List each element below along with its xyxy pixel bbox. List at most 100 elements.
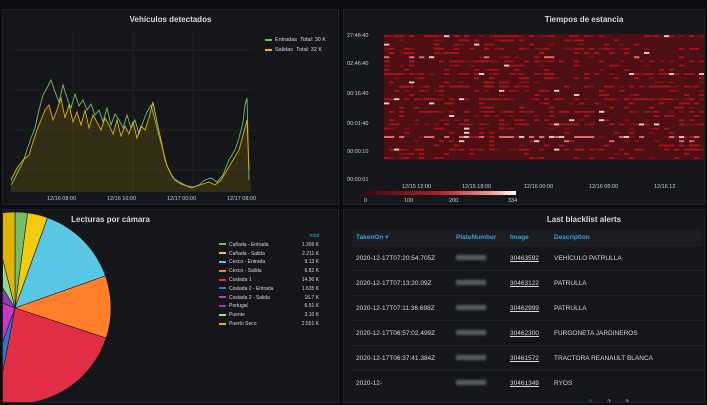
legend-item[interactable]: Cexco - Salida 6.82 K bbox=[219, 267, 319, 276]
heatmap-cell bbox=[664, 115, 670, 117]
col-platenumber[interactable]: PlateNumber bbox=[452, 229, 506, 246]
heatmap-cell bbox=[629, 73, 635, 75]
cell-image[interactable]: 30461572 bbox=[506, 345, 550, 371]
heatmap-cell bbox=[484, 106, 490, 109]
heatmap-cell bbox=[459, 85, 465, 88]
heatmap-cell bbox=[584, 85, 590, 88]
legend-item[interactable]: Coslada 2 - Entrada 1.635 K bbox=[219, 285, 319, 294]
legend-item[interactable]: Puerto Seco 2.551 K bbox=[219, 320, 319, 329]
heatmap-cell bbox=[534, 94, 540, 96]
heatmap-cell bbox=[479, 127, 485, 130]
heatmap-cell bbox=[509, 73, 515, 75]
legend-entradas[interactable]: Entradas Total: 30 K bbox=[265, 37, 326, 43]
heatmap-cell bbox=[509, 89, 515, 92]
cell-image[interactable]: 30462300 bbox=[506, 320, 550, 346]
heatmap-cell bbox=[564, 140, 570, 143]
heatmap-cell bbox=[679, 35, 685, 38]
legend-item[interactable]: Coslada 1 14.90 K bbox=[219, 276, 319, 285]
heatmap-cell bbox=[689, 106, 695, 109]
heatmap-cell bbox=[429, 110, 435, 113]
heatmap-cell bbox=[669, 144, 675, 147]
heatmap-cell bbox=[554, 89, 560, 92]
col-description[interactable]: Description bbox=[550, 229, 702, 246]
heatmap-cell bbox=[694, 102, 700, 105]
heatmap-cell bbox=[494, 39, 500, 42]
heatmap-cell bbox=[639, 73, 645, 75]
col-takenon[interactable]: TakenOn ▾ bbox=[352, 229, 452, 246]
legend-item[interactable]: Cañada - Salida 2.211 K bbox=[219, 250, 319, 259]
heatmap-cell bbox=[659, 102, 665, 105]
image-link[interactable]: 30463592 bbox=[510, 255, 539, 262]
heatmap-cell bbox=[619, 136, 625, 138]
heatmap-cell bbox=[519, 110, 525, 113]
cell-image[interactable]: 30461349 bbox=[506, 370, 550, 395]
heatmap-cell bbox=[544, 144, 550, 147]
heatmap-cell bbox=[389, 123, 395, 126]
heatmap-cell bbox=[464, 127, 470, 130]
heatmap-cell bbox=[414, 148, 420, 151]
heatmap-cell bbox=[574, 77, 580, 80]
page-2[interactable]: 2 bbox=[607, 399, 611, 402]
heatmap-cell bbox=[664, 73, 670, 75]
legend-item[interactable]: Cañada - Entrada 1.366 K bbox=[219, 241, 319, 250]
heatmap-cell bbox=[479, 56, 485, 59]
heatmap-cell bbox=[489, 81, 495, 84]
heatmap-cell bbox=[514, 35, 520, 38]
heatmap-cell bbox=[384, 60, 390, 63]
legend-item[interactable]: Coslada 2 - Salida 16.7 K bbox=[219, 294, 319, 303]
heatmap-cell bbox=[544, 56, 550, 59]
heatmap-cell bbox=[519, 106, 525, 109]
heatmap-cell bbox=[469, 47, 475, 50]
heatmap-cell bbox=[599, 68, 605, 71]
heatmap-cell bbox=[494, 148, 500, 151]
heatmap-cell bbox=[504, 85, 510, 88]
legend-item[interactable]: Portugal 6.51 K bbox=[219, 302, 319, 311]
heatmap-cell bbox=[679, 47, 685, 50]
heatmap-cell bbox=[499, 127, 505, 130]
heatmap-cell bbox=[424, 98, 430, 101]
heatmap-cell bbox=[504, 110, 510, 113]
heatmap-cell bbox=[504, 98, 510, 101]
heatmap-cell bbox=[384, 47, 390, 50]
heatmap-cell bbox=[639, 123, 645, 126]
heatmap-cell bbox=[674, 148, 680, 151]
heatmap-cell bbox=[454, 60, 460, 63]
heatmap-cell bbox=[599, 35, 605, 38]
legend-salidas[interactable]: Salidas Total: 32 K bbox=[265, 47, 322, 53]
col-image[interactable]: Image bbox=[506, 229, 550, 246]
heatmap-cell bbox=[614, 152, 620, 155]
image-link[interactable]: 30463122 bbox=[510, 280, 539, 287]
heatmap-cell bbox=[484, 81, 490, 84]
heatmap-cell bbox=[449, 52, 455, 54]
heatmap-cell bbox=[504, 81, 510, 84]
heatmap-cell bbox=[554, 136, 560, 138]
heatmap-cell bbox=[464, 98, 470, 101]
image-link[interactable]: 30462300 bbox=[510, 330, 539, 337]
panel-readings: Lecturas por cámara total Cañada - Entra… bbox=[2, 209, 339, 403]
heatmap-cell bbox=[644, 52, 650, 54]
image-link[interactable]: 30461349 bbox=[510, 380, 539, 387]
cell-image[interactable]: 30462999 bbox=[506, 295, 550, 321]
legend-item[interactable]: Cexco - Entrada 9.13 K bbox=[219, 258, 319, 267]
page-3[interactable]: 3 bbox=[625, 399, 629, 402]
image-link[interactable]: 30462999 bbox=[510, 305, 539, 312]
cell-image[interactable]: 30463592 bbox=[506, 245, 550, 271]
heatmap-cell bbox=[469, 64, 475, 67]
cell-takenon: 2020-12-17T07:11:36.698Z bbox=[352, 295, 452, 321]
heatmap-cell bbox=[424, 89, 430, 92]
legend-item[interactable]: Puente 3.10 K bbox=[219, 311, 319, 320]
cell-image[interactable]: 30463122 bbox=[506, 270, 550, 296]
heatmap-cell bbox=[534, 81, 540, 84]
cell-description: TRACTORA REANAULT BLANCA bbox=[550, 345, 702, 371]
heatmap-cell bbox=[689, 119, 695, 122]
heatmap-cell bbox=[514, 64, 520, 67]
heatmap-cell bbox=[394, 77, 400, 80]
heatmap-cell bbox=[444, 102, 450, 105]
heatmap-cell bbox=[669, 89, 675, 92]
heatmap-cell bbox=[404, 68, 410, 71]
heatmap-cell bbox=[459, 73, 465, 75]
page-1[interactable]: 1 bbox=[589, 399, 593, 402]
image-link[interactable]: 30461572 bbox=[510, 355, 539, 362]
heatmap-cell bbox=[594, 73, 600, 75]
heatmap-cell bbox=[394, 123, 400, 126]
